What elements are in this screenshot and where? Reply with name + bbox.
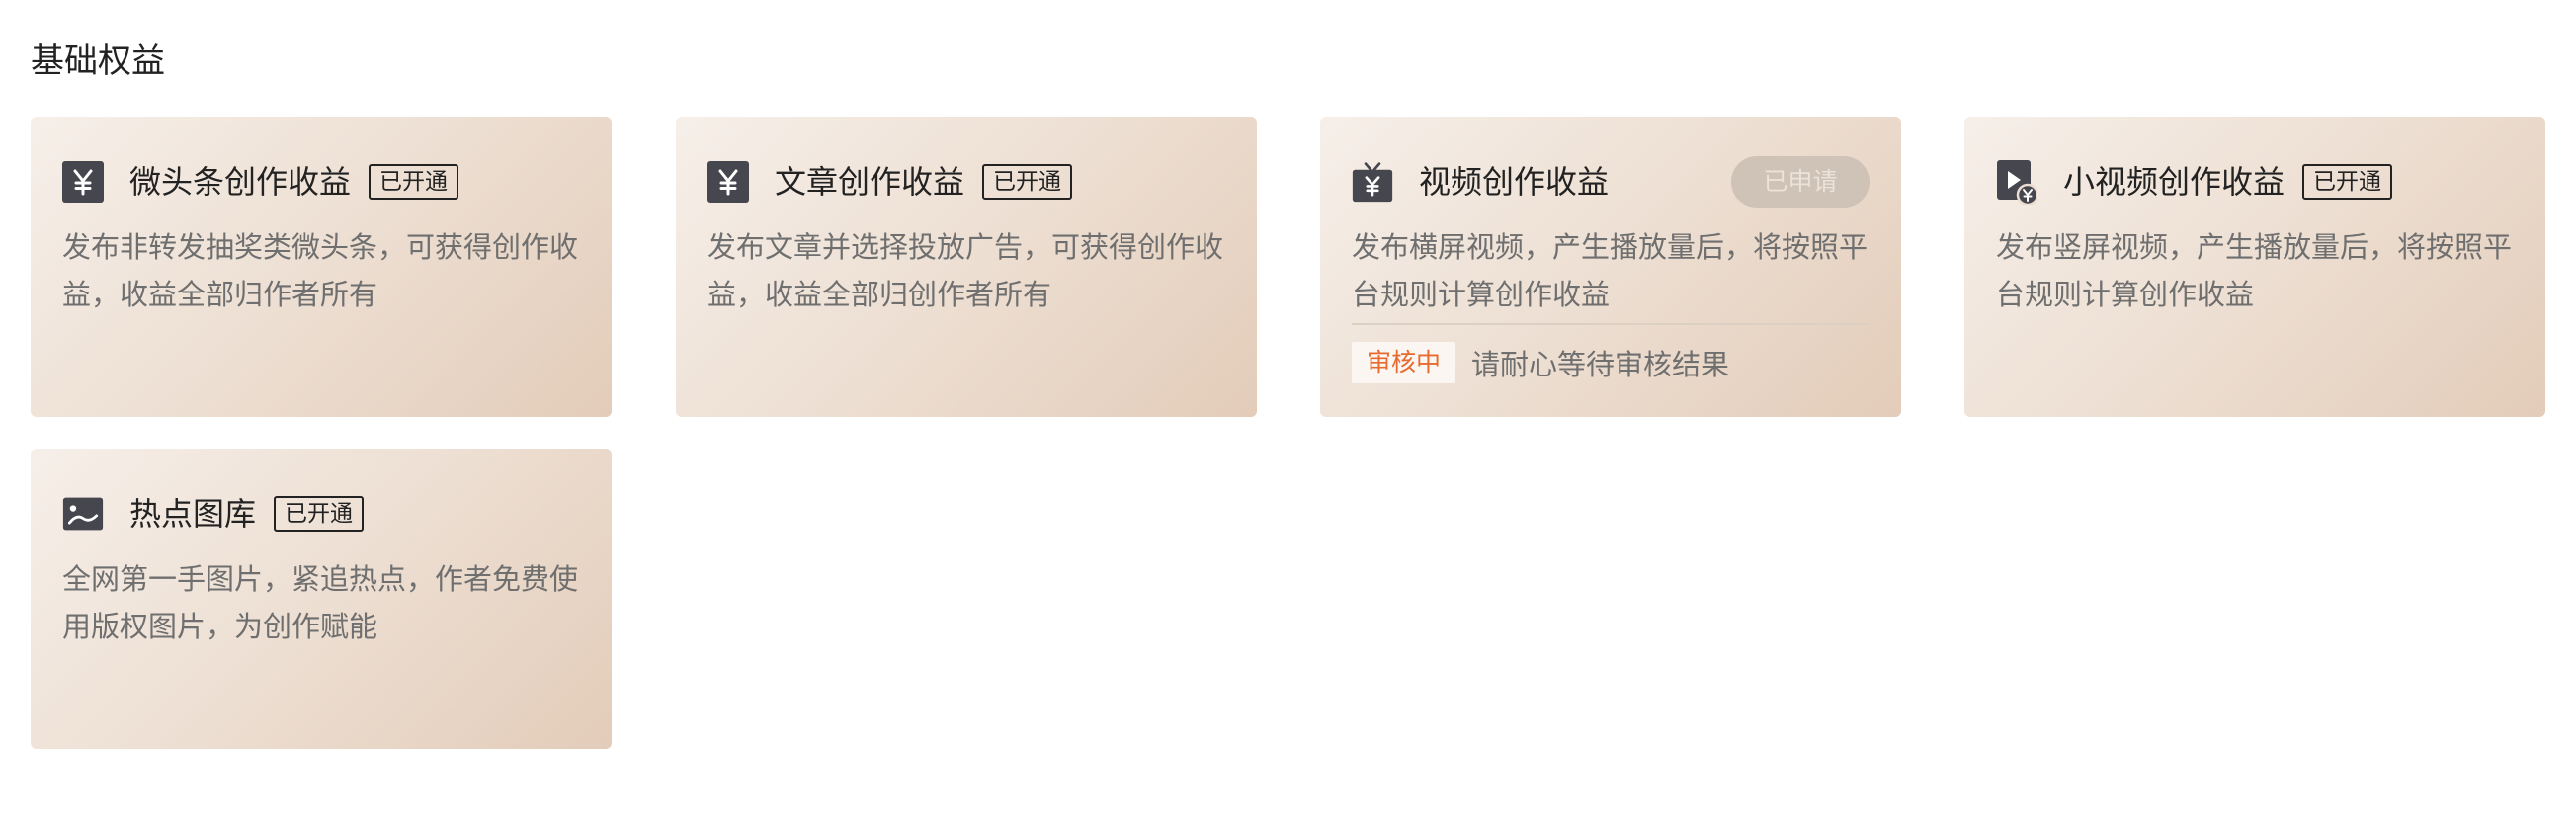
image-icon: [62, 493, 104, 535]
card-video-revenue[interactable]: 视频创作收益 已申请 发布横屏视频，产生播放量后，将按照平台规则计算创作收益 审…: [1320, 117, 1901, 417]
card-description: 发布非转发抽奖类微头条，可获得创作收益，收益全部归作者所有: [62, 230, 579, 311]
card-title: 热点图库: [129, 495, 257, 533]
card-short-video-revenue[interactable]: 小视频创作收益 已开通 发布竖屏视频，产生播放量后，将按照平台规则计算创作收益: [1964, 117, 2545, 417]
short-video-yen-icon: [1996, 160, 2037, 205]
card-title: 微头条创作收益: [129, 163, 352, 201]
card-description: 发布竖屏视频，产生播放量后，将按照平台规则计算创作收益: [1996, 230, 2513, 311]
yen-icon: [707, 161, 749, 203]
card-header: 文章创作收益 已开通: [707, 156, 1225, 208]
tv-yen-icon: [1352, 161, 1393, 203]
status-badge: 已开通: [274, 496, 365, 532]
card-hot-image-library[interactable]: 热点图库 已开通 全网第一手图片，紧追热点，作者免费使用版权图片，为创作赋能: [31, 449, 612, 749]
review-status-text: 请耐心等待审核结果: [1471, 348, 1730, 381]
applied-button[interactable]: 已申请: [1731, 156, 1870, 208]
card-title: 小视频创作收益: [2063, 163, 2285, 201]
card-description: 全网第一手图片，紧追热点，作者免费使用版权图片，为创作赋能: [62, 562, 579, 643]
card-title: 视频创作收益: [1419, 163, 1610, 201]
status-badge: 已开通: [982, 164, 1073, 200]
card-article-revenue[interactable]: 文章创作收益 已开通 发布文章并选择投放广告，可获得创作收益，收益全部归创作者所…: [676, 117, 1257, 417]
card-description: 发布文章并选择投放广告，可获得创作收益，收益全部归创作者所有: [707, 230, 1224, 311]
card-header: 微头条创作收益 已开通: [62, 156, 580, 208]
yen-icon: [62, 161, 104, 203]
card-header: 热点图库 已开通: [62, 488, 580, 540]
card-header: 视频创作收益 已申请: [1352, 156, 1870, 208]
card-description: 发布横屏视频，产生播放量后，将按照平台规则计算创作收益: [1352, 230, 1869, 311]
status-badge: 已开通: [369, 164, 459, 200]
divider: [1352, 323, 1870, 325]
card-weitoutiao-revenue[interactable]: 微头条创作收益 已开通 发布非转发抽奖类微头条，可获得创作收益，收益全部归作者所…: [31, 117, 612, 417]
status-badge: 已开通: [2302, 164, 2393, 200]
section-title: 基础权益: [31, 42, 165, 81]
card-title: 文章创作收益: [775, 163, 965, 201]
review-status: 审核中 请耐心等待审核结果: [1352, 342, 1729, 383]
card-header: 小视频创作收益 已开通: [1996, 156, 2514, 208]
review-status-tag: 审核中: [1352, 342, 1456, 383]
